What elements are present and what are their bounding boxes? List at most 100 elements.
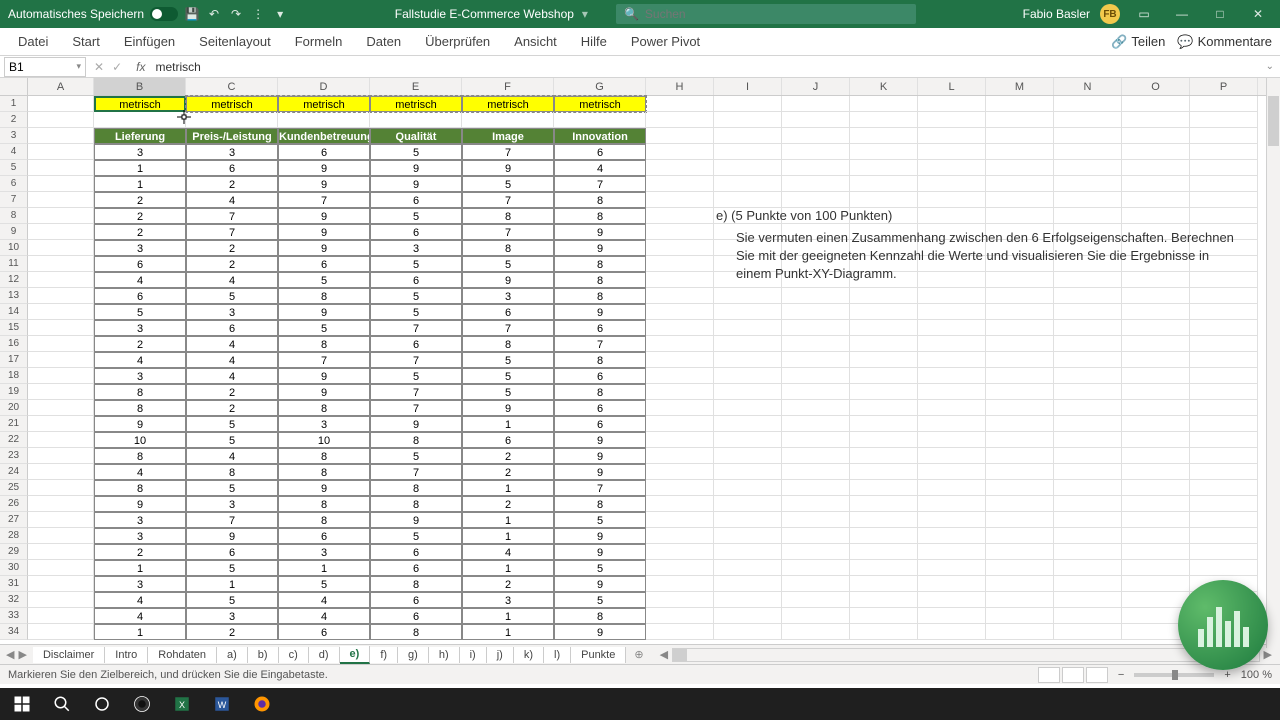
column-header-N[interactable]: N [1054, 78, 1122, 95]
excel-taskbar-icon[interactable]: X [164, 690, 200, 718]
column-header-A[interactable]: A [28, 78, 94, 95]
cell[interactable]: 6 [370, 336, 462, 352]
cell[interactable] [554, 112, 646, 128]
cell[interactable] [1054, 320, 1122, 336]
row-header-29[interactable]: 29 [0, 544, 28, 560]
cell[interactable]: 6 [554, 416, 646, 432]
column-header-M[interactable]: M [986, 78, 1054, 95]
cell[interactable] [646, 416, 714, 432]
cell[interactable] [918, 288, 986, 304]
maximize-icon[interactable]: □ [1206, 4, 1234, 24]
cell[interactable] [850, 368, 918, 384]
cell[interactable]: 6 [186, 160, 278, 176]
cell[interactable]: metrisch [94, 96, 186, 112]
cell[interactable] [714, 352, 782, 368]
cell[interactable] [28, 320, 94, 336]
cell[interactable] [986, 544, 1054, 560]
column-header-F[interactable]: F [462, 78, 554, 95]
cell[interactable]: Lieferung [94, 128, 186, 144]
cell[interactable] [28, 128, 94, 144]
cell[interactable] [782, 304, 850, 320]
cell[interactable] [1054, 304, 1122, 320]
cell[interactable] [782, 128, 850, 144]
cell[interactable] [1190, 416, 1258, 432]
cell[interactable] [782, 112, 850, 128]
cell[interactable]: 9 [278, 384, 370, 400]
cell[interactable] [986, 288, 1054, 304]
cell[interactable] [782, 320, 850, 336]
cell[interactable]: 3 [94, 368, 186, 384]
cell[interactable]: 8 [462, 208, 554, 224]
cell[interactable]: 4 [186, 368, 278, 384]
cell[interactable] [1190, 496, 1258, 512]
cell[interactable]: 3 [462, 288, 554, 304]
cell[interactable] [918, 544, 986, 560]
cell[interactable] [782, 576, 850, 592]
sheet-nav-next-icon[interactable]: ▶ [18, 648, 26, 661]
cell[interactable]: 9 [370, 176, 462, 192]
cell[interactable] [28, 336, 94, 352]
cell[interactable]: 3 [186, 608, 278, 624]
row-header-15[interactable]: 15 [0, 320, 28, 336]
cell[interactable] [1054, 144, 1122, 160]
cell[interactable] [1190, 512, 1258, 528]
cell[interactable] [782, 368, 850, 384]
cell[interactable]: 3 [94, 144, 186, 160]
cell[interactable] [918, 176, 986, 192]
cell[interactable] [850, 496, 918, 512]
cell[interactable]: 9 [554, 528, 646, 544]
cell[interactable]: 1 [186, 576, 278, 592]
cell[interactable] [1190, 352, 1258, 368]
cell[interactable] [782, 336, 850, 352]
cell[interactable]: 8 [554, 288, 646, 304]
cell[interactable]: 8 [186, 464, 278, 480]
row-header-25[interactable]: 25 [0, 480, 28, 496]
cell[interactable]: 9 [462, 160, 554, 176]
cell[interactable] [462, 112, 554, 128]
cell[interactable] [1190, 192, 1258, 208]
cell[interactable] [986, 464, 1054, 480]
cell[interactable]: 5 [370, 528, 462, 544]
obs-icon[interactable] [124, 690, 160, 718]
cell[interactable] [850, 592, 918, 608]
cell[interactable]: 4 [186, 448, 278, 464]
cell[interactable]: 1 [462, 560, 554, 576]
cell[interactable]: 9 [278, 224, 370, 240]
cell[interactable]: 4 [94, 592, 186, 608]
cell[interactable]: 2 [186, 256, 278, 272]
taskbar-search-icon[interactable] [44, 690, 80, 718]
cell[interactable]: 3 [462, 592, 554, 608]
cell[interactable] [714, 416, 782, 432]
cell[interactable] [782, 288, 850, 304]
cell[interactable] [1190, 336, 1258, 352]
row-header-5[interactable]: 5 [0, 160, 28, 176]
cell[interactable] [986, 608, 1054, 624]
cell[interactable]: 7 [370, 400, 462, 416]
cell[interactable] [28, 512, 94, 528]
cell[interactable]: 5 [370, 144, 462, 160]
row-header-9[interactable]: 9 [0, 224, 28, 240]
cell[interactable]: 4 [278, 592, 370, 608]
row-header-26[interactable]: 26 [0, 496, 28, 512]
cell[interactable]: 8 [554, 256, 646, 272]
cell[interactable]: 8 [462, 336, 554, 352]
cell[interactable]: 2 [186, 384, 278, 400]
cell[interactable]: 3 [94, 512, 186, 528]
cell[interactable] [782, 528, 850, 544]
cell[interactable]: 6 [554, 144, 646, 160]
cell[interactable]: 9 [278, 304, 370, 320]
cell[interactable]: 6 [554, 320, 646, 336]
column-header-H[interactable]: H [646, 78, 714, 95]
row-header-18[interactable]: 18 [0, 368, 28, 384]
cell[interactable] [782, 608, 850, 624]
row-header-34[interactable]: 34 [0, 624, 28, 640]
cell[interactable] [28, 224, 94, 240]
cell[interactable] [986, 320, 1054, 336]
cell[interactable] [28, 544, 94, 560]
ribbon-tab-überprüfen[interactable]: Überprüfen [415, 30, 500, 53]
sheet-tab-k[interactable]: k) [514, 647, 544, 663]
cell[interactable]: 1 [94, 624, 186, 640]
cell[interactable] [28, 192, 94, 208]
cell[interactable] [28, 496, 94, 512]
cell[interactable] [1122, 192, 1190, 208]
